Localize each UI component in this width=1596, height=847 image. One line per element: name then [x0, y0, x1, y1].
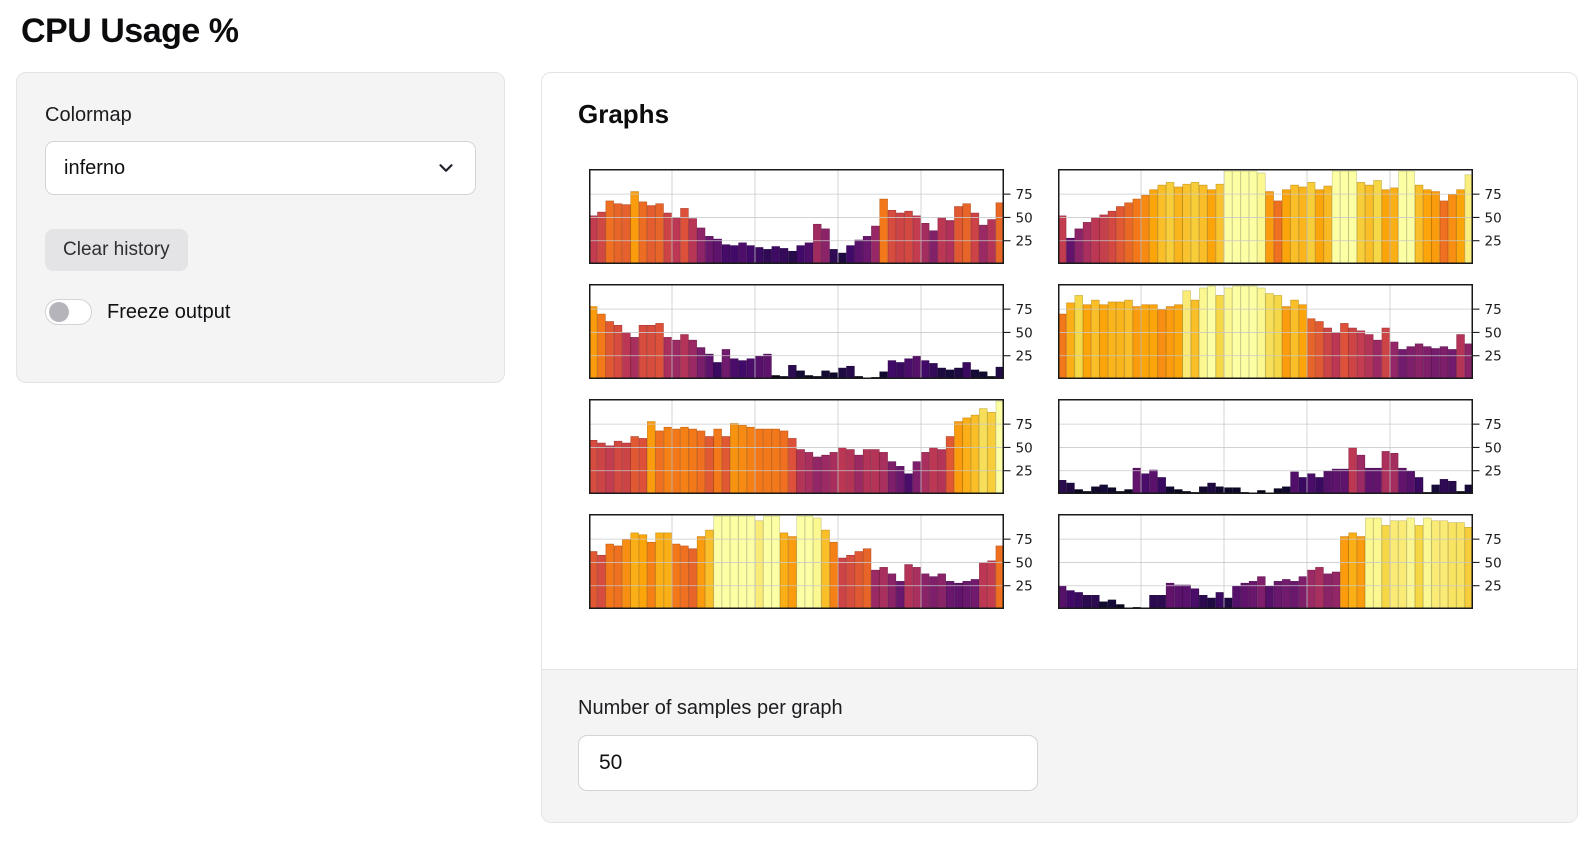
cpu-usage-graph-1 — [589, 169, 1058, 264]
colormap-select-value: inferno — [64, 157, 125, 180]
toggle-knob — [49, 302, 69, 322]
freeze-output-row: Freeze output — [45, 299, 476, 325]
freeze-output-toggle[interactable] — [45, 299, 92, 325]
charts-grid — [589, 169, 1527, 609]
page-title: CPU Usage % — [21, 12, 238, 51]
clear-history-button[interactable]: Clear history — [45, 229, 188, 271]
chart-cell — [589, 169, 1058, 264]
colormap-label: Colormap — [45, 103, 476, 128]
chart-cell — [589, 514, 1058, 609]
samples-section: Number of samples per graph — [542, 669, 1577, 822]
chart-cell — [1058, 169, 1527, 264]
cpu-usage-graph-5 — [589, 399, 1058, 494]
cpu-usage-graph-8 — [1058, 514, 1527, 609]
samples-label: Number of samples per graph — [578, 696, 1541, 721]
samples-input[interactable] — [578, 735, 1038, 791]
chart-cell — [1058, 514, 1527, 609]
chart-cell — [1058, 399, 1527, 494]
cpu-usage-graph-4 — [1058, 284, 1527, 379]
colormap-select[interactable]: inferno — [45, 141, 476, 195]
freeze-output-label: Freeze output — [107, 301, 230, 324]
cpu-usage-graph-6 — [1058, 399, 1527, 494]
cpu-usage-graph-3 — [589, 284, 1058, 379]
graphs-panel: Graphs Number of samples per graph — [541, 72, 1578, 823]
control-panel: Colormap inferno Clear history Freeze ou… — [16, 72, 505, 383]
chevron-down-icon — [435, 157, 457, 179]
chart-cell — [589, 399, 1058, 494]
cpu-usage-graph-2 — [1058, 169, 1527, 264]
chart-cell — [589, 284, 1058, 379]
cpu-usage-graph-7 — [589, 514, 1058, 609]
graphs-heading: Graphs — [578, 99, 669, 130]
chart-cell — [1058, 284, 1527, 379]
